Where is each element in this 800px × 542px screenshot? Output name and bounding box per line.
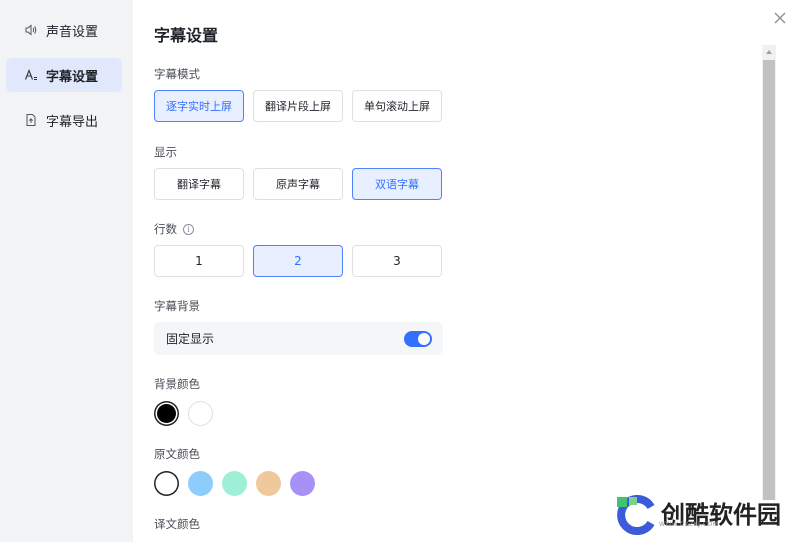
display-options: 翻译字幕 原声字幕 双语字幕 bbox=[154, 168, 442, 200]
sidebar-item-label: 声音设置 bbox=[46, 24, 99, 40]
export-file-icon bbox=[24, 113, 38, 127]
display-option-original[interactable]: 原声字幕 bbox=[253, 168, 343, 200]
watermark: 创酷软件园 WWW.CKZKJ.COM bbox=[615, 495, 781, 535]
close-icon bbox=[774, 12, 786, 24]
scrollbar-thumb[interactable] bbox=[763, 60, 775, 500]
source-color-swatch-mint[interactable] bbox=[222, 471, 247, 496]
background-color-label: 背景颜色 bbox=[154, 377, 200, 391]
rows-options: 1 2 3 bbox=[154, 245, 442, 277]
subtitle-mode-label: 字幕模式 bbox=[154, 67, 200, 81]
translation-color-label: 译文颜色 bbox=[154, 517, 200, 531]
sidebar-item-label: 字幕导出 bbox=[46, 114, 99, 130]
toggle-knob bbox=[418, 332, 430, 345]
rows-option-3[interactable]: 3 bbox=[352, 245, 442, 277]
bg-color-swatch-white[interactable] bbox=[188, 401, 213, 426]
rows-option-2[interactable]: 2 bbox=[253, 245, 343, 277]
display-option-translation[interactable]: 翻译字幕 bbox=[154, 168, 244, 200]
sidebar-item-label: 字幕设置 bbox=[46, 69, 99, 85]
subtitle-mode-options: 逐字实时上屏 翻译片段上屏 单句滚动上屏 bbox=[154, 90, 442, 122]
fixed-display-label: 固定显示 bbox=[166, 332, 215, 346]
display-option-bilingual[interactable]: 双语字幕 bbox=[352, 168, 442, 200]
speaker-icon bbox=[24, 23, 38, 37]
watermark-logo-icon bbox=[617, 495, 655, 535]
subtitle-font-icon bbox=[24, 68, 38, 82]
source-color-swatch-blue[interactable] bbox=[188, 471, 213, 496]
background-color-swatches bbox=[154, 401, 213, 426]
source-color-swatch-tan[interactable] bbox=[256, 471, 281, 496]
subtitle-background-label: 字幕背景 bbox=[154, 299, 200, 313]
source-color-label: 原文颜色 bbox=[154, 447, 200, 461]
close-button[interactable] bbox=[772, 10, 788, 26]
fixed-display-toggle[interactable] bbox=[404, 330, 432, 347]
scrollbar[interactable] bbox=[762, 45, 776, 500]
scroll-up-arrow[interactable] bbox=[762, 45, 776, 59]
mode-option-segment[interactable]: 翻译片段上屏 bbox=[253, 90, 343, 122]
rows-label-group: 行数 i bbox=[154, 221, 194, 237]
mode-option-word-by-word[interactable]: 逐字实时上屏 bbox=[154, 90, 244, 122]
page-title: 字幕设置 bbox=[154, 26, 219, 45]
sidebar: 声音设置 字幕设置 字幕导出 bbox=[0, 0, 133, 542]
subtitle-settings-panel: 字幕设置 字幕模式 逐字实时上屏 翻译片段上屏 单句滚动上屏 显示 翻译字幕 原… bbox=[133, 0, 760, 542]
rows-option-1[interactable]: 1 bbox=[154, 245, 244, 277]
source-color-swatch-white[interactable] bbox=[154, 471, 179, 496]
watermark-url: WWW.CKZKJ.COM bbox=[659, 521, 719, 528]
source-color-swatches bbox=[154, 471, 315, 496]
sidebar-item-subtitle-settings[interactable]: 字幕设置 bbox=[6, 58, 122, 92]
bg-color-swatch-black[interactable] bbox=[154, 401, 179, 426]
info-icon[interactable]: i bbox=[183, 223, 194, 235]
triangle-up-icon bbox=[766, 50, 772, 54]
mode-option-sentence-scroll[interactable]: 单句滚动上屏 bbox=[352, 90, 442, 122]
sidebar-item-subtitle-export[interactable]: 字幕导出 bbox=[6, 103, 122, 137]
fixed-display-row: 固定显示 bbox=[154, 322, 443, 355]
rows-label: 行数 bbox=[154, 222, 177, 236]
display-label: 显示 bbox=[154, 145, 177, 159]
source-color-swatch-purple[interactable] bbox=[290, 471, 315, 496]
sidebar-item-sound-settings[interactable]: 声音设置 bbox=[6, 13, 122, 47]
swatch-fill bbox=[157, 404, 176, 423]
